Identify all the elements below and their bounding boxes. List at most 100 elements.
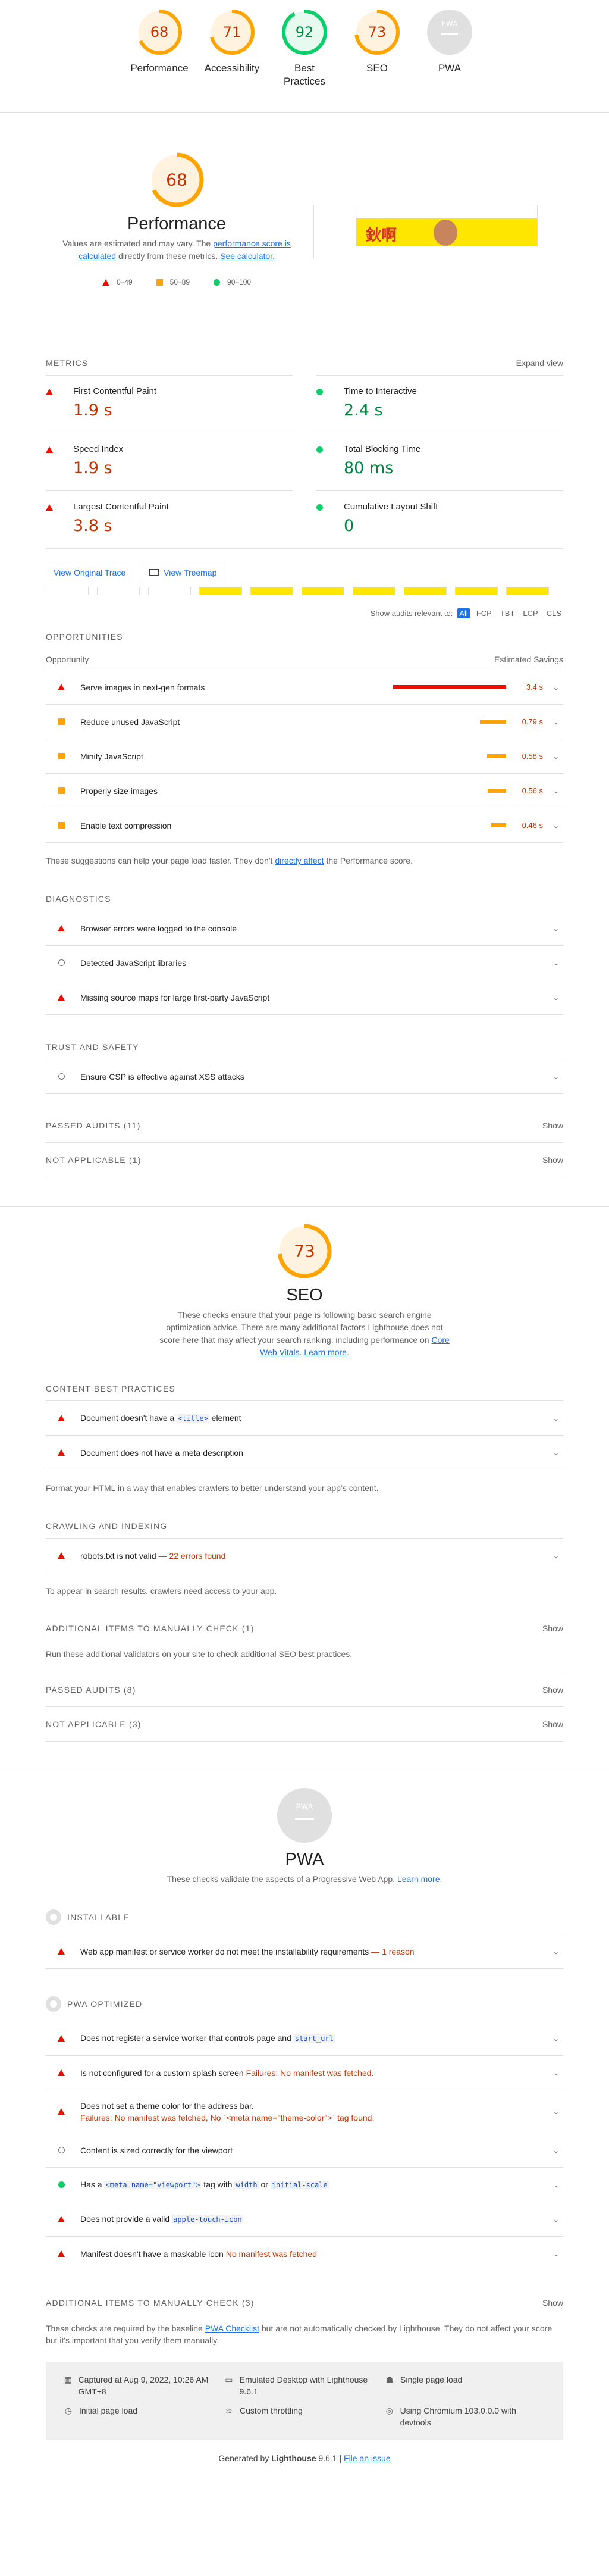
audit-row[interactable]: Is not configured for a custom splash sc… [46,2056,563,2090]
audit-title: Missing source maps for large first-part… [80,992,270,1002]
show-toggle[interactable]: Show [542,1121,563,1130]
filter-lcp[interactable]: LCP [521,608,539,618]
lighthouse-brand: Lighthouse [271,2453,316,2463]
seo-score: 73 [368,24,387,40]
chevron-down-icon[interactable]: ⌄ [549,2180,563,2190]
audit-text: element [209,1413,241,1423]
chevron-down-icon[interactable]: ⌄ [549,958,563,968]
audit-row[interactable]: Does not register a service worker that … [46,2021,563,2056]
opportunity-row[interactable]: Properly size images 0.56 s ⌄ [46,774,563,808]
film-frame [199,587,242,595]
wifi-icon: ≋ [225,2406,233,2415]
view-treemap-button[interactable]: View Treemap [142,562,225,583]
filter-all[interactable]: All [457,608,470,618]
manual-checks-group[interactable]: ADDITIONAL ITEMS TO MANUALLY CHECK (3) Sh… [46,2286,563,2320]
passed-audits-group[interactable]: PASSED AUDITS (11) Show [46,1108,563,1143]
audit-row[interactable]: Content is sized correctly for the viewp… [46,2133,563,2168]
show-toggle[interactable]: Show [542,1720,563,1729]
final-screenshot-thumbnail[interactable]: 鈥啊 [356,205,538,246]
filter-fcp[interactable]: FCP [475,608,494,618]
chevron-down-icon[interactable]: ⌄ [549,1414,563,1423]
audit-text: Web app manifest or service worker do no… [80,1946,369,1956]
chevron-down-icon[interactable]: ⌄ [549,2068,563,2078]
chevron-down-icon[interactable]: ⌄ [549,2107,563,2117]
audit-row[interactable]: Document doesn't have a <title> element ⌄ [46,1401,563,1436]
chevron-down-icon[interactable]: ⌄ [549,2215,563,2224]
opportunity-title: Enable text compression [80,820,172,830]
chevron-down-icon[interactable]: ⌄ [549,683,563,692]
calculator-link[interactable]: See calculator. [220,251,275,261]
learn-more-link[interactable]: Learn more [397,1874,440,1884]
performance-description: Values are estimated and may vary. The p… [58,237,296,262]
chevron-down-icon[interactable]: ⌄ [549,2146,563,2155]
summary-accessibility[interactable]: 71 Accessibility [199,8,265,112]
audit-row[interactable]: Web app manifest or service worker do no… [46,1934,563,1969]
average-square-icon [58,787,65,794]
chevron-down-icon[interactable]: ⌄ [549,821,563,830]
audit-row[interactable]: Does not provide a valid apple-touch-ico… [46,2202,563,2237]
metric-name: Largest Contentful Paint [73,502,169,512]
opportunity-row[interactable]: Serve images in next-gen formats 3.4 s ⌄ [46,670,563,705]
audit-row[interactable]: Browser errors were logged to the consol… [46,911,563,946]
chevron-down-icon[interactable]: ⌄ [549,924,563,933]
treemap-label: View Treemap [164,568,217,577]
metric-value: 1.9 s [73,401,112,420]
audit-row[interactable]: Ensure CSP is effective against XSS atta… [46,1059,563,1094]
directly-affect-link[interactable]: directly affect [275,856,324,865]
best-practices-label: Best Practices [284,62,325,87]
opportunity-row[interactable]: Enable text compression 0.46 s ⌄ [46,808,563,843]
accessibility-label: Accessibility [204,62,260,74]
learn-more-link[interactable]: Learn more [304,1348,347,1357]
chevron-down-icon[interactable]: ⌄ [549,752,563,761]
show-toggle[interactable]: Show [542,1624,563,1633]
show-toggle[interactable]: Show [542,2298,563,2308]
expand-view-toggle[interactable]: Expand view [516,358,563,368]
filter-cls[interactable]: CLS [545,608,563,618]
seo-main-gauge: 73 [276,1223,333,1280]
savings-value: 3.4 s [526,683,543,692]
filter-tbt[interactable]: TBT [498,608,517,618]
performance-main-gauge: 68 [148,151,205,208]
summary-seo[interactable]: 73 SEO [344,8,410,112]
file-issue-link[interactable]: File an issue [344,2453,391,2463]
group-title: NOT APPLICABLE (3) [46,1719,142,1729]
title-code: <title> [177,1414,209,1423]
show-toggle[interactable]: Show [542,1685,563,1695]
opportunity-row[interactable]: Reduce unused JavaScript 0.79 s ⌄ [46,705,563,739]
chevron-down-icon[interactable]: ⌄ [549,1947,563,1956]
summary-best-practices[interactable]: 92 Best Practices [271,8,338,112]
treemap-icon [149,569,159,576]
show-toggle[interactable]: Show [542,1155,563,1165]
not-applicable-group[interactable]: NOT APPLICABLE (1) Show [46,1143,563,1177]
audit-row[interactable]: Missing source maps for large first-part… [46,980,563,1015]
not-applicable-group[interactable]: NOT APPLICABLE (3) Show [46,1707,563,1742]
chevron-down-icon[interactable]: ⌄ [549,993,563,1002]
audit-title: Document doesn't have a <title> element [80,1412,549,1424]
audit-row[interactable]: Has a <meta name="viewport"> tag with wi… [46,2168,563,2202]
audit-row[interactable]: Does not set a theme color for the addre… [46,2090,563,2133]
summary-pwa[interactable]: PWA PWA [416,8,483,112]
pwa-checklist-link[interactable]: PWA Checklist [205,2324,259,2333]
fail-triangle-icon [58,994,65,1001]
manual-checks-group[interactable]: ADDITIONAL ITEMS TO MANUALLY CHECK (1) Sh… [46,1611,563,1646]
summary-performance[interactable]: 68 Performance [126,8,193,112]
chevron-down-icon[interactable]: ⌄ [549,717,563,727]
view-original-trace-button[interactable]: View Original Trace [46,562,134,583]
column-savings: Estimated Savings [494,654,563,664]
chevron-down-icon[interactable]: ⌄ [549,786,563,796]
chevron-down-icon[interactable]: ⌄ [549,1072,563,1081]
chevron-down-icon[interactable]: ⌄ [549,1551,563,1561]
audit-title: Has a <meta name="viewport"> tag with wi… [80,2178,549,2191]
pwa-main-badge-icon: PWA [276,1787,333,1844]
audit-row[interactable]: robots.txt is not valid — 22 errors foun… [46,1539,563,1573]
chevron-down-icon[interactable]: ⌄ [549,2249,563,2259]
opportunity-row[interactable]: Minify JavaScript 0.58 s ⌄ [46,739,563,774]
performance-score: 68 [150,24,169,40]
chevron-down-icon[interactable]: ⌄ [549,2034,563,2043]
metric-fcp: First Contentful Paint 1.9 s [46,375,293,433]
audit-row[interactable]: Detected JavaScript libraries ⌄ [46,946,563,980]
chevron-down-icon[interactable]: ⌄ [549,1448,563,1458]
audit-row[interactable]: Manifest doesn't have a maskable icon No… [46,2237,563,2271]
passed-audits-group[interactable]: PASSED AUDITS (8) Show [46,1672,563,1707]
audit-row[interactable]: Document does not have a meta descriptio… [46,1436,563,1470]
